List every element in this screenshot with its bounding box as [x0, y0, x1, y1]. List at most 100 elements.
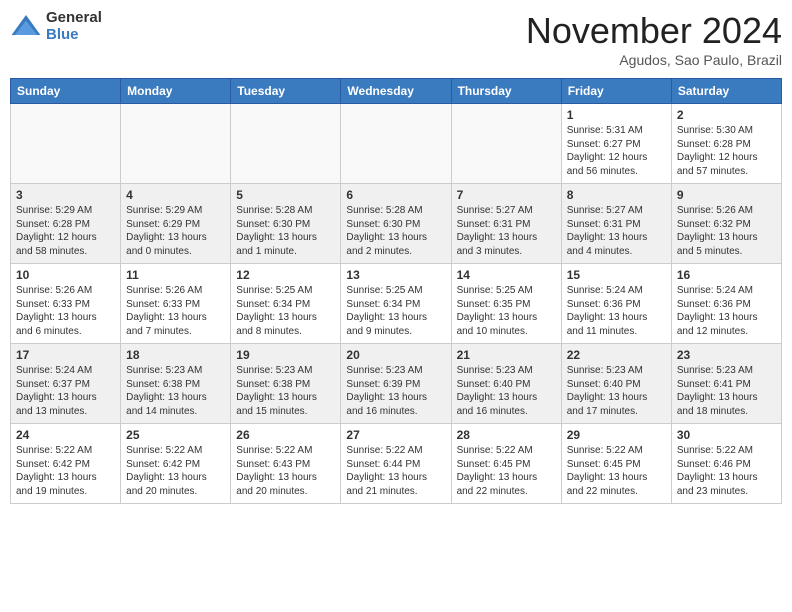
- page-header: General Blue November 2024 Agudos, Sao P…: [10, 10, 782, 68]
- title-block: November 2024 Agudos, Sao Paulo, Brazil: [526, 10, 782, 68]
- day-number: 4: [126, 188, 225, 202]
- day-info: Sunrise: 5:22 AMSunset: 6:42 PMDaylight:…: [16, 444, 115, 498]
- calendar-week-2: 3Sunrise: 5:29 AMSunset: 6:28 PMDaylight…: [11, 184, 782, 264]
- day-info: Sunrise: 5:30 AMSunset: 6:28 PMDaylight:…: [677, 124, 776, 178]
- calendar-cell: 20Sunrise: 5:23 AMSunset: 6:39 PMDayligh…: [341, 344, 451, 424]
- day-number: 23: [677, 348, 776, 362]
- day-number: 15: [567, 268, 666, 282]
- calendar-cell: 11 Sunrise: 5:26 AMSunset: 6:33 PMDayligh…: [121, 264, 231, 344]
- header-monday: Monday: [121, 79, 231, 104]
- header-saturday: Saturday: [671, 79, 781, 104]
- day-number: 14: [457, 268, 556, 282]
- day-info: Sunrise: 5:22 AMSunset: 6:45 PMDaylight:…: [457, 444, 556, 498]
- day-number: 27: [346, 428, 445, 442]
- calendar-cell: 5Sunrise: 5:28 AMSunset: 6:30 PMDaylight…: [231, 184, 341, 264]
- day-info: Sunrise: 5:26 AMSunset: 6:33 PMDaylight:…: [126, 284, 225, 338]
- day-info: Sunrise: 5:23 AMSunset: 6:38 PMDaylight:…: [126, 364, 225, 418]
- calendar-cell: 26 Sunrise: 5:22 AMSunset: 6:43 PMDayligh…: [231, 424, 341, 504]
- calendar-cell: 27 Sunrise: 5:22 AMSunset: 6:44 PMDayligh…: [341, 424, 451, 504]
- month-title: November 2024: [526, 10, 782, 52]
- calendar-cell: [341, 104, 451, 184]
- day-number: 1: [567, 108, 666, 122]
- day-number: 13: [346, 268, 445, 282]
- day-number: 7: [457, 188, 556, 202]
- day-info: Sunrise: 5:27 AMSunset: 6:31 PMDaylight:…: [457, 204, 556, 258]
- day-info: Sunrise: 5:27 AMSunset: 6:31 PMDaylight:…: [567, 204, 666, 258]
- calendar-table: SundayMondayTuesdayWednesdayThursdayFrid…: [10, 78, 782, 504]
- day-info: Sunrise: 5:26 AMSunset: 6:33 PMDaylight:…: [16, 284, 115, 338]
- day-number: 18: [126, 348, 225, 362]
- day-number: 8: [567, 188, 666, 202]
- day-info: Sunrise: 5:22 AMSunset: 6:46 PMDaylight:…: [677, 444, 776, 498]
- day-number: 11: [126, 268, 225, 282]
- calendar-cell: 8 Sunrise: 5:27 AMSunset: 6:31 PMDaylight…: [561, 184, 671, 264]
- header-friday: Friday: [561, 79, 671, 104]
- day-info: Sunrise: 5:31 AMSunset: 6:27 PMDaylight:…: [567, 124, 666, 178]
- day-info: Sunrise: 5:24 AMSunset: 6:37 PMDaylight:…: [16, 364, 115, 418]
- day-number: 25: [126, 428, 225, 442]
- calendar-cell: 14 Sunrise: 5:25 AMSunset: 6:35 PMDayligh…: [451, 264, 561, 344]
- day-info: Sunrise: 5:28 AMSunset: 6:30 PMDaylight:…: [346, 204, 445, 258]
- calendar-week-3: 10 Sunrise: 5:26 AMSunset: 6:33 PMDayligh…: [11, 264, 782, 344]
- day-info: Sunrise: 5:23 AMSunset: 6:40 PMDaylight:…: [457, 364, 556, 418]
- day-info: Sunrise: 5:29 AMSunset: 6:29 PMDaylight:…: [126, 204, 225, 258]
- day-info: Sunrise: 5:28 AMSunset: 6:30 PMDaylight:…: [236, 204, 335, 258]
- calendar-cell: [121, 104, 231, 184]
- day-number: 20: [346, 348, 445, 362]
- calendar-cell: 7 Sunrise: 5:27 AMSunset: 6:31 PMDaylight…: [451, 184, 561, 264]
- calendar-cell: 10 Sunrise: 5:26 AMSunset: 6:33 PMDayligh…: [11, 264, 121, 344]
- calendar-cell: 17 Sunrise: 5:24 AMSunset: 6:37 PMDayligh…: [11, 344, 121, 424]
- calendar-cell: 3Sunrise: 5:29 AMSunset: 6:28 PMDaylight…: [11, 184, 121, 264]
- logo-icon: [10, 11, 42, 43]
- calendar-cell: [451, 104, 561, 184]
- day-info: Sunrise: 5:22 AMSunset: 6:43 PMDaylight:…: [236, 444, 335, 498]
- calendar-cell: 9Sunrise: 5:26 AMSunset: 6:32 PMDaylight…: [671, 184, 781, 264]
- calendar-cell: 30 Sunrise: 5:22 AMSunset: 6:46 PMDayligh…: [671, 424, 781, 504]
- logo: General Blue: [10, 10, 102, 43]
- logo-text: General Blue: [46, 10, 102, 43]
- day-number: 10: [16, 268, 115, 282]
- calendar-cell: 4 Sunrise: 5:29 AMSunset: 6:29 PMDaylight…: [121, 184, 231, 264]
- calendar-cell: 1 Sunrise: 5:31 AMSunset: 6:27 PMDaylight…: [561, 104, 671, 184]
- calendar-cell: 18 Sunrise: 5:23 AMSunset: 6:38 PMDayligh…: [121, 344, 231, 424]
- header-thursday: Thursday: [451, 79, 561, 104]
- calendar-header-row: SundayMondayTuesdayWednesdayThursdayFrid…: [11, 79, 782, 104]
- day-number: 3: [16, 188, 115, 202]
- calendar-cell: 23 Sunrise: 5:23 AMSunset: 6:41 PMDayligh…: [671, 344, 781, 424]
- logo-general-text: General: [46, 10, 102, 27]
- day-number: 26: [236, 428, 335, 442]
- calendar-cell: 22Sunrise: 5:23 AMSunset: 6:40 PMDayligh…: [561, 344, 671, 424]
- day-number: 19: [236, 348, 335, 362]
- calendar-week-5: 24 Sunrise: 5:22 AMSunset: 6:42 PMDayligh…: [11, 424, 782, 504]
- day-info: Sunrise: 5:26 AMSunset: 6:32 PMDaylight:…: [677, 204, 776, 258]
- location: Agudos, Sao Paulo, Brazil: [526, 52, 782, 68]
- calendar-cell: 24 Sunrise: 5:22 AMSunset: 6:42 PMDayligh…: [11, 424, 121, 504]
- calendar-cell: 19 Sunrise: 5:23 AMSunset: 6:38 PMDayligh…: [231, 344, 341, 424]
- day-number: 17: [16, 348, 115, 362]
- day-number: 2: [677, 108, 776, 122]
- day-info: Sunrise: 5:25 AMSunset: 6:34 PMDaylight:…: [346, 284, 445, 338]
- day-number: 28: [457, 428, 556, 442]
- calendar-cell: 6Sunrise: 5:28 AMSunset: 6:30 PMDaylight…: [341, 184, 451, 264]
- calendar-week-1: 1 Sunrise: 5:31 AMSunset: 6:27 PMDaylight…: [11, 104, 782, 184]
- calendar-cell: 28 Sunrise: 5:22 AMSunset: 6:45 PMDayligh…: [451, 424, 561, 504]
- calendar-week-4: 17 Sunrise: 5:24 AMSunset: 6:37 PMDayligh…: [11, 344, 782, 424]
- calendar-cell: 12Sunrise: 5:25 AMSunset: 6:34 PMDayligh…: [231, 264, 341, 344]
- day-info: Sunrise: 5:24 AMSunset: 6:36 PMDaylight:…: [677, 284, 776, 338]
- logo-blue-text: Blue: [46, 27, 102, 44]
- calendar-cell: 15Sunrise: 5:24 AMSunset: 6:36 PMDayligh…: [561, 264, 671, 344]
- day-number: 30: [677, 428, 776, 442]
- day-info: Sunrise: 5:23 AMSunset: 6:38 PMDaylight:…: [236, 364, 335, 418]
- day-info: Sunrise: 5:22 AMSunset: 6:45 PMDaylight:…: [567, 444, 666, 498]
- header-tuesday: Tuesday: [231, 79, 341, 104]
- calendar-cell: 2 Sunrise: 5:30 AMSunset: 6:28 PMDaylight…: [671, 104, 781, 184]
- day-number: 29: [567, 428, 666, 442]
- day-info: Sunrise: 5:22 AMSunset: 6:44 PMDaylight:…: [346, 444, 445, 498]
- day-number: 24: [16, 428, 115, 442]
- header-sunday: Sunday: [11, 79, 121, 104]
- calendar-cell: 25Sunrise: 5:22 AMSunset: 6:42 PMDayligh…: [121, 424, 231, 504]
- day-info: Sunrise: 5:23 AMSunset: 6:41 PMDaylight:…: [677, 364, 776, 418]
- day-number: 22: [567, 348, 666, 362]
- day-info: Sunrise: 5:25 AMSunset: 6:35 PMDaylight:…: [457, 284, 556, 338]
- header-wednesday: Wednesday: [341, 79, 451, 104]
